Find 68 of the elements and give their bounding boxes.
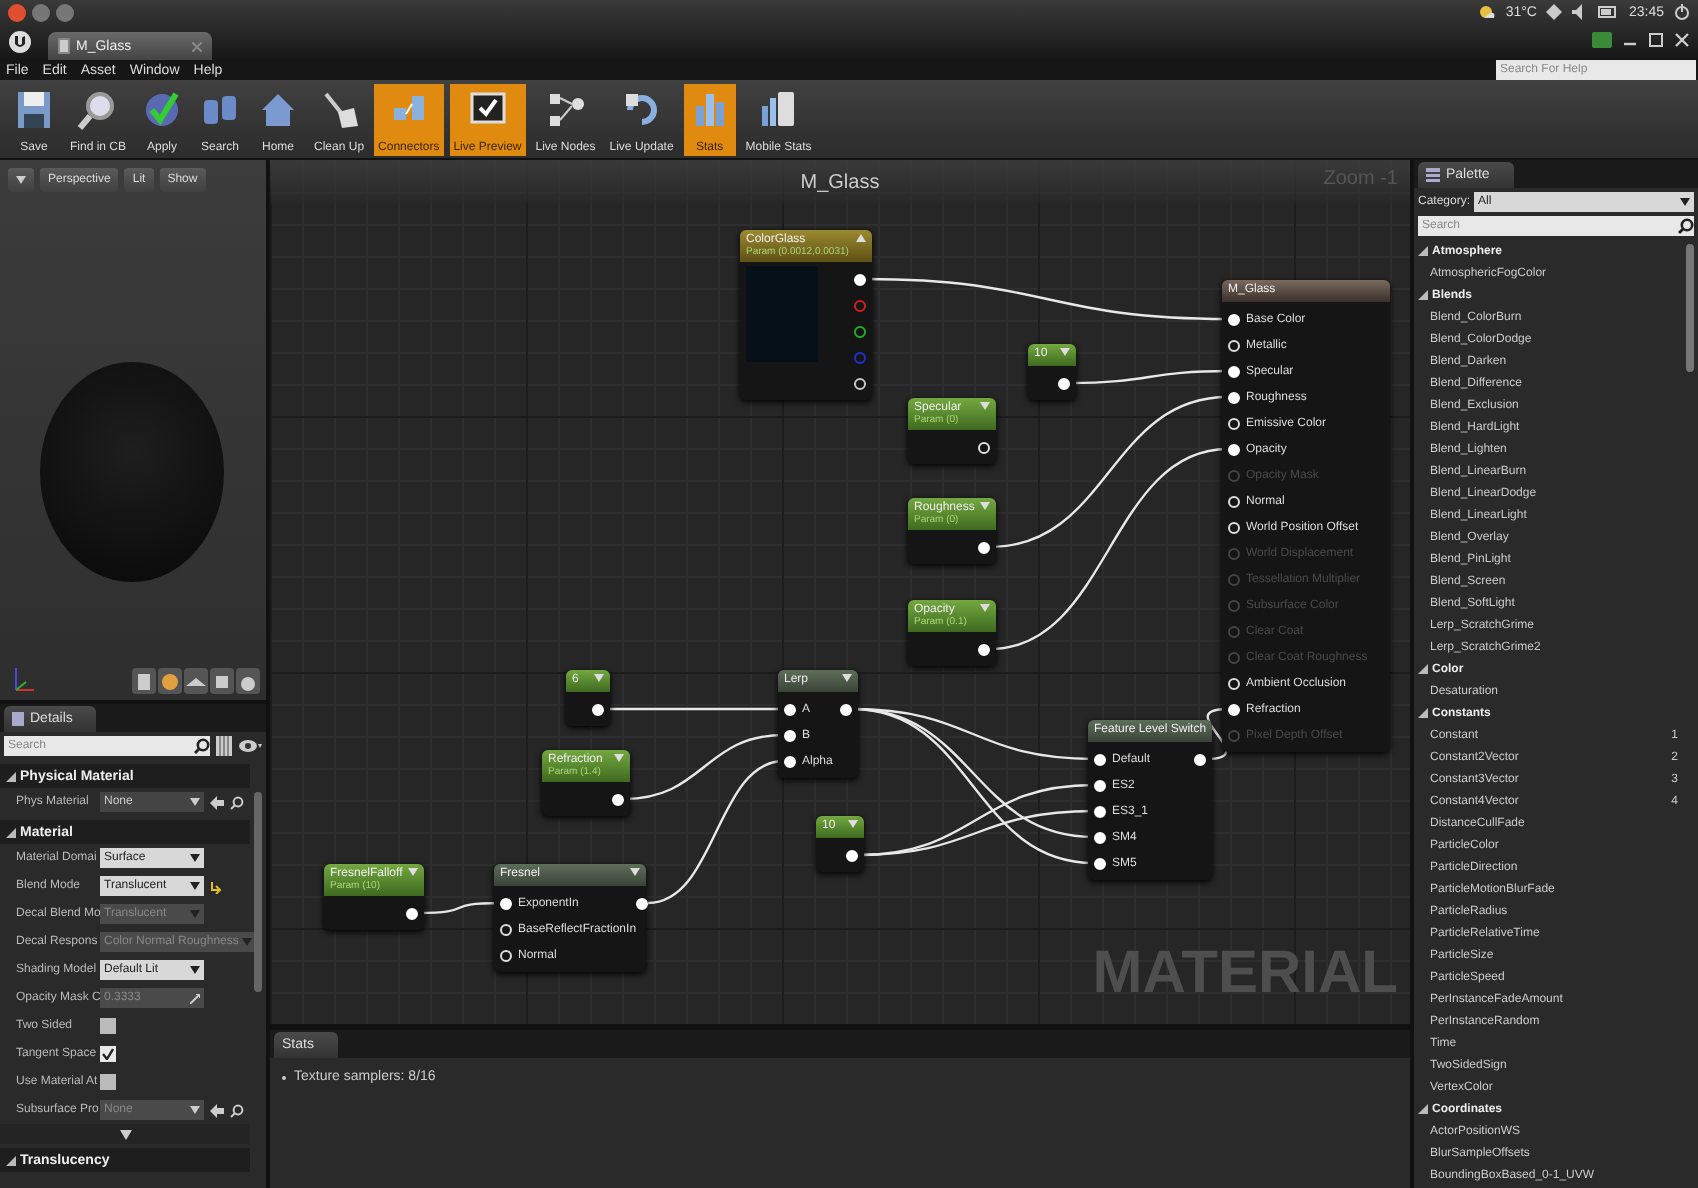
expanded-arrow-icon[interactable] — [6, 771, 16, 781]
cylinder-icon — [132, 669, 156, 693]
dropdown-arrow-icon — [16, 176, 26, 184]
collapse-arrow-icon[interactable] — [856, 234, 866, 242]
graph-title: M_Glass — [800, 171, 880, 193]
expand-arrow-icon[interactable] — [980, 604, 990, 612]
dropdown-arrow-icon — [190, 966, 200, 974]
expand-arrow-icon — [119, 1129, 131, 1139]
axis-gizmo-icon — [12, 662, 36, 694]
expanded-arrow-icon[interactable] — [6, 1155, 16, 1165]
use-selected-icon[interactable] — [210, 795, 224, 809]
magnifier-icon — [76, 87, 120, 131]
output-pin[interactable] — [854, 325, 866, 337]
sphere-icon — [158, 669, 182, 693]
scrollbar-thumb[interactable] — [254, 792, 262, 992]
expanded-arrow-icon[interactable] — [1418, 246, 1428, 256]
details-icon — [12, 712, 24, 726]
expanded-arrow-icon[interactable] — [1418, 290, 1428, 300]
expand-arrow-icon[interactable] — [1060, 348, 1070, 356]
expand-arrow-icon[interactable] — [980, 402, 990, 410]
search-icon[interactable] — [194, 736, 210, 756]
list-icon — [1426, 168, 1440, 182]
dropdown-arrow-icon — [190, 910, 200, 918]
checkbox[interactable] — [100, 1074, 116, 1090]
maximize-button[interactable] — [56, 4, 74, 22]
preview-shape-button[interactable] — [184, 668, 208, 694]
expanded-arrow-icon[interactable] — [1418, 1104, 1428, 1114]
eye-icon[interactable] — [238, 738, 262, 754]
dropdown-arrow-icon — [190, 882, 200, 890]
checkbox[interactable] — [100, 1046, 116, 1062]
checkmark-icon — [102, 1048, 114, 1060]
dropdown-arrow-icon — [242, 938, 253, 946]
view-options-button[interactable] — [8, 168, 34, 192]
maximize-icon[interactable] — [1648, 32, 1664, 48]
network-icon[interactable] — [1546, 4, 1563, 20]
document-icon — [58, 38, 70, 54]
power-icon[interactable] — [1674, 4, 1690, 20]
battery-icon — [1598, 6, 1619, 18]
expand-arrow-icon[interactable] — [614, 754, 624, 762]
drag-arrows-icon — [190, 993, 200, 1003]
notification-icon[interactable] — [1592, 30, 1612, 50]
reset-arrow-icon[interactable] — [210, 879, 222, 893]
expanded-arrow-icon[interactable] — [1418, 708, 1428, 718]
browse-icon[interactable] — [230, 795, 244, 809]
expand-arrow-icon[interactable] — [408, 868, 418, 876]
expand-arrow-icon[interactable] — [848, 820, 858, 828]
preview-shape-button[interactable] — [132, 668, 156, 694]
minimize-button[interactable] — [32, 4, 50, 22]
preview-shape-button[interactable] — [158, 668, 182, 694]
close-button[interactable] — [8, 4, 26, 22]
graph-canvas[interactable] — [270, 160, 1410, 1024]
expand-arrow-icon[interactable] — [594, 674, 604, 682]
preview-shape-button[interactable] — [210, 668, 234, 694]
dropdown-arrow-icon — [190, 1106, 200, 1114]
close-icon[interactable] — [1674, 32, 1690, 48]
dropdown-arrow-icon — [190, 798, 200, 806]
weather-icon[interactable] — [1477, 4, 1496, 20]
logo-icon — [8, 30, 32, 54]
scrollbar-thumb[interactable] — [1686, 244, 1694, 372]
dropdown-arrow-icon — [190, 854, 200, 862]
expanded-arrow-icon[interactable] — [1418, 664, 1428, 674]
expand-arrow-icon[interactable] — [980, 502, 990, 510]
search-icon[interactable] — [1678, 216, 1694, 236]
dropdown-arrow-icon — [1680, 198, 1690, 206]
expanded-arrow-icon[interactable] — [6, 827, 16, 837]
expand-arrow-icon[interactable] — [630, 868, 640, 876]
expand-arrow-icon[interactable] — [842, 674, 852, 682]
checkbox[interactable] — [100, 1018, 116, 1034]
